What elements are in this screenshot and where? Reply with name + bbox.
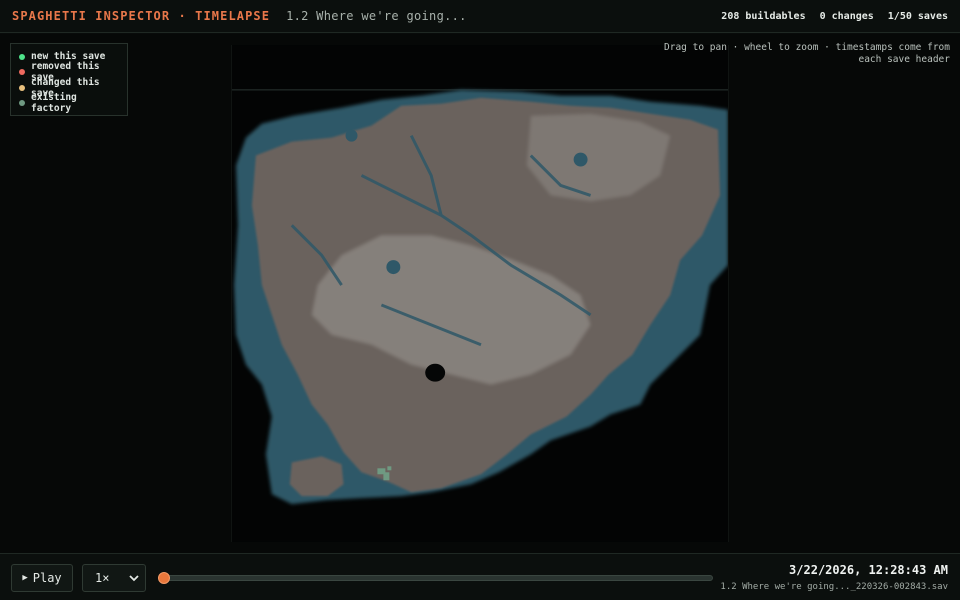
map-viewport[interactable]: new this save removed this save changed … [0, 34, 960, 553]
play-label: Play [32, 571, 62, 585]
save-timestamp: 3/22/2026, 12:28:43 AM [789, 563, 948, 577]
saves-count: 1/50 saves [887, 10, 948, 22]
legend-dot-icon [19, 69, 25, 76]
scrubber-thumb[interactable] [158, 572, 170, 584]
legend-dot-icon [19, 84, 25, 91]
legend-dot-icon [19, 100, 25, 107]
play-button[interactable]: ▶ Play [11, 564, 73, 592]
legend-label: existing factory [31, 92, 77, 115]
timeline-bar: ▶ Play 1× 3/22/2026, 12:28:43 AM 1.2 Whe… [0, 553, 960, 600]
lake-central [386, 260, 401, 275]
crater [425, 363, 446, 382]
timeline-scrubber[interactable] [158, 572, 713, 584]
legend-item-existing: existing factory [19, 92, 119, 114]
play-icon: ▶ [22, 573, 28, 583]
lake-north [573, 152, 588, 167]
world-map[interactable] [231, 45, 729, 542]
legend: new this save removed this save changed … [10, 43, 128, 116]
scrubber-track[interactable] [158, 575, 713, 581]
app-title: SPAGHETTI INSPECTOR · TIMELAPSE [12, 9, 271, 23]
save-title: 1.2 Where we're going... [286, 9, 467, 23]
lake-west [345, 129, 358, 142]
world-map-graphic [232, 45, 728, 542]
speed-value: 1× [95, 571, 110, 585]
changes-count: 0 changes [819, 10, 874, 22]
southwest-peninsula [289, 456, 344, 497]
speed-select[interactable]: 1× [82, 564, 146, 592]
stats-group: 208 buildables 0 changes 1/50 saves [721, 11, 948, 22]
map-hint: Drag to pan · wheel to zoom · timestamps… [664, 42, 950, 65]
legend-dot-icon [19, 53, 25, 60]
save-filename: 1.2 Where we're going..._220326-002843.s… [720, 582, 948, 592]
top-bar: SPAGHETTI INSPECTOR · TIMELAPSE 1.2 Wher… [0, 0, 960, 33]
buildables-count: 208 buildables [721, 10, 806, 22]
chevron-down-icon [129, 575, 139, 582]
